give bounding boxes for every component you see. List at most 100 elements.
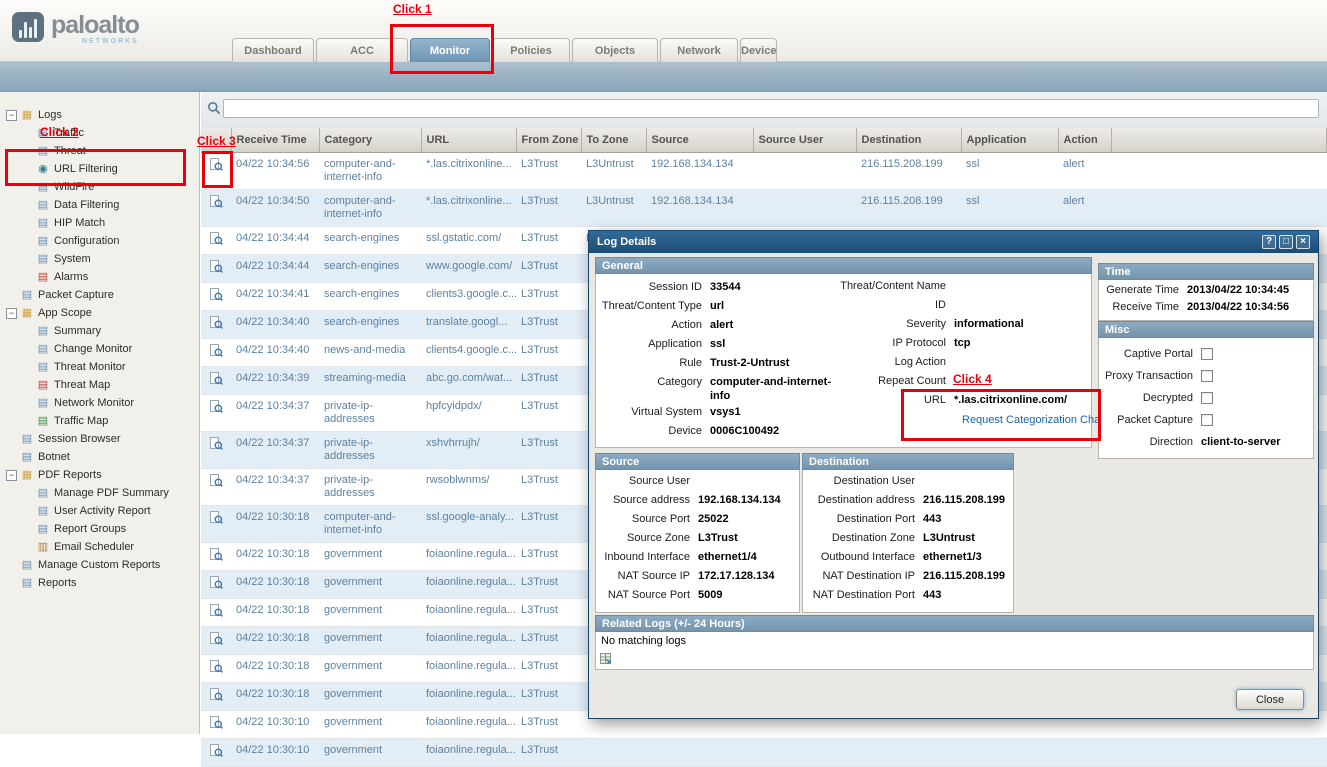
log-detail-icon[interactable] <box>210 660 223 677</box>
sidebar-item-configuration[interactable]: Configuration <box>0 232 199 250</box>
log-detail-icon[interactable] <box>210 437 223 454</box>
export-logs-icon[interactable] <box>600 653 611 667</box>
log-detail-icon[interactable] <box>210 400 223 417</box>
tab-network[interactable]: Network <box>660 38 738 62</box>
sidebar-item-logs[interactable]: Logs <box>0 106 199 124</box>
checkbox-unchecked[interactable] <box>1201 370 1213 382</box>
sidebar-item-threat-map[interactable]: Threat Map <box>0 376 199 394</box>
sidebar-item-reports[interactable]: Reports <box>0 574 199 592</box>
field-label: Packet Capture <box>1099 414 1201 426</box>
column-header[interactable]: Category <box>319 128 421 152</box>
cell-receive-time: 04/22 10:30:18 <box>231 542 319 570</box>
checkbox-unchecked[interactable] <box>1201 392 1213 404</box>
log-detail-cell[interactable] <box>201 338 231 366</box>
sidebar-item-system[interactable]: System <box>0 250 199 268</box>
sidebar-item-network-monitor[interactable]: Network Monitor <box>0 394 199 412</box>
sidebar-item-traffic-map[interactable]: Traffic Map <box>0 412 199 430</box>
log-detail-cell[interactable] <box>201 310 231 338</box>
tab-objects[interactable]: Objects <box>572 38 658 62</box>
sidebar-item-hip-match[interactable]: HIP Match <box>0 214 199 232</box>
sidebar-item-session-browser[interactable]: Session Browser <box>0 430 199 448</box>
log-detail-cell[interactable] <box>201 282 231 310</box>
log-detail-icon[interactable] <box>210 744 223 761</box>
log-detail-cell[interactable] <box>201 542 231 570</box>
log-detail-cell[interactable] <box>201 626 231 654</box>
log-row[interactable]: 04/22 10:34:50 computer-and-internet-inf… <box>201 189 1327 226</box>
close-button[interactable]: Close <box>1236 689 1304 710</box>
log-detail-icon[interactable] <box>210 260 223 277</box>
log-detail-icon[interactable] <box>210 716 223 733</box>
sidebar-item-summary[interactable]: Summary <box>0 322 199 340</box>
column-header[interactable]: To Zone <box>581 128 646 152</box>
checkbox-unchecked[interactable] <box>1201 414 1213 426</box>
column-header[interactable]: Action <box>1058 128 1111 152</box>
sidebar-item-user-activity-report[interactable]: User Activity Report <box>0 502 199 520</box>
tab-device[interactable]: Device <box>740 38 777 62</box>
tree-item-label: Session Browser <box>38 433 121 445</box>
log-detail-cell[interactable] <box>201 570 231 598</box>
tree-expander-icon[interactable] <box>6 470 17 481</box>
column-header[interactable]: URL <box>421 128 516 152</box>
tab-dashboard[interactable]: Dashboard <box>232 38 314 62</box>
sidebar-item-alarms[interactable]: Alarms <box>0 268 199 286</box>
log-row[interactable]: 04/22 10:30:10 government foiaonline.reg… <box>201 738 1327 766</box>
sidebar-item-email-scheduler[interactable]: Email Scheduler <box>0 538 199 556</box>
log-detail-icon[interactable] <box>210 474 223 491</box>
column-header[interactable]: Source <box>646 128 753 152</box>
log-detail-cell[interactable] <box>201 682 231 710</box>
log-detail-cell[interactable] <box>201 654 231 682</box>
column-header[interactable]: Source User <box>753 128 856 152</box>
log-detail-icon[interactable] <box>210 316 223 333</box>
cell-receive-time: 04/22 10:30:18 <box>231 505 319 542</box>
log-detail-icon[interactable] <box>210 511 223 528</box>
log-detail-cell[interactable] <box>201 254 231 282</box>
log-detail-cell[interactable] <box>201 468 231 505</box>
log-detail-icon[interactable] <box>210 548 223 565</box>
log-filter-input[interactable] <box>223 99 1319 118</box>
log-row[interactable]: 04/22 10:34:56 computer-and-internet-inf… <box>201 152 1327 189</box>
log-detail-cell[interactable] <box>201 366 231 394</box>
checkbox-unchecked[interactable] <box>1201 348 1213 360</box>
log-detail-icon[interactable] <box>210 344 223 361</box>
log-detail-icon[interactable] <box>210 232 223 249</box>
tab-policies[interactable]: Policies <box>492 38 570 62</box>
sidebar-item-data-filtering[interactable]: Data Filtering <box>0 196 199 214</box>
log-detail-icon[interactable] <box>210 632 223 649</box>
tree-expander-icon[interactable] <box>6 110 17 121</box>
sidebar-item-change-monitor[interactable]: Change Monitor <box>0 340 199 358</box>
log-detail-cell[interactable] <box>201 226 231 254</box>
log-detail-icon[interactable] <box>210 288 223 305</box>
sidebar-item-manage-pdf-summary[interactable]: Manage PDF Summary <box>0 484 199 502</box>
log-detail-cell[interactable] <box>201 505 231 542</box>
log-detail-cell[interactable] <box>201 598 231 626</box>
sidebar-item-report-groups[interactable]: Report Groups <box>0 520 199 538</box>
log-detail-cell[interactable] <box>201 189 231 226</box>
tree-expander-icon[interactable] <box>6 308 17 319</box>
log-detail-icon[interactable] <box>210 372 223 389</box>
sidebar-item-packet-capture[interactable]: Packet Capture <box>0 286 199 304</box>
sidebar-item-pdf-reports[interactable]: PDF Reports <box>0 466 199 484</box>
help-icon[interactable] <box>1262 235 1276 249</box>
log-detail-cell[interactable] <box>201 431 231 468</box>
column-header[interactable]: Receive Time <box>231 128 319 152</box>
sidebar-item-botnet[interactable]: Botnet <box>0 448 199 466</box>
cell-action <box>1058 738 1111 766</box>
close-icon[interactable] <box>1296 235 1310 249</box>
log-detail-cell[interactable] <box>201 738 231 766</box>
column-header[interactable]: From Zone <box>516 128 581 152</box>
log-detail-icon[interactable] <box>210 195 223 212</box>
column-header[interactable]: Destination <box>856 128 961 152</box>
sidebar-item-app-scope[interactable]: App Scope <box>0 304 199 322</box>
cell-category: news-and-media <box>319 338 421 366</box>
general-field: Application ssl <box>598 335 838 354</box>
log-detail-cell[interactable] <box>201 394 231 431</box>
log-detail-icon[interactable] <box>210 576 223 593</box>
column-header[interactable]: Application <box>961 128 1058 152</box>
log-detail-icon[interactable] <box>210 688 223 705</box>
maximize-icon[interactable] <box>1279 235 1293 249</box>
log-detail-icon[interactable] <box>210 604 223 621</box>
column-header[interactable] <box>1111 128 1327 152</box>
sidebar-item-threat-monitor[interactable]: Threat Monitor <box>0 358 199 376</box>
sidebar-item-traffic[interactable]: Traffic <box>0 124 199 142</box>
sidebar-item-manage-custom-reports[interactable]: Manage Custom Reports <box>0 556 199 574</box>
